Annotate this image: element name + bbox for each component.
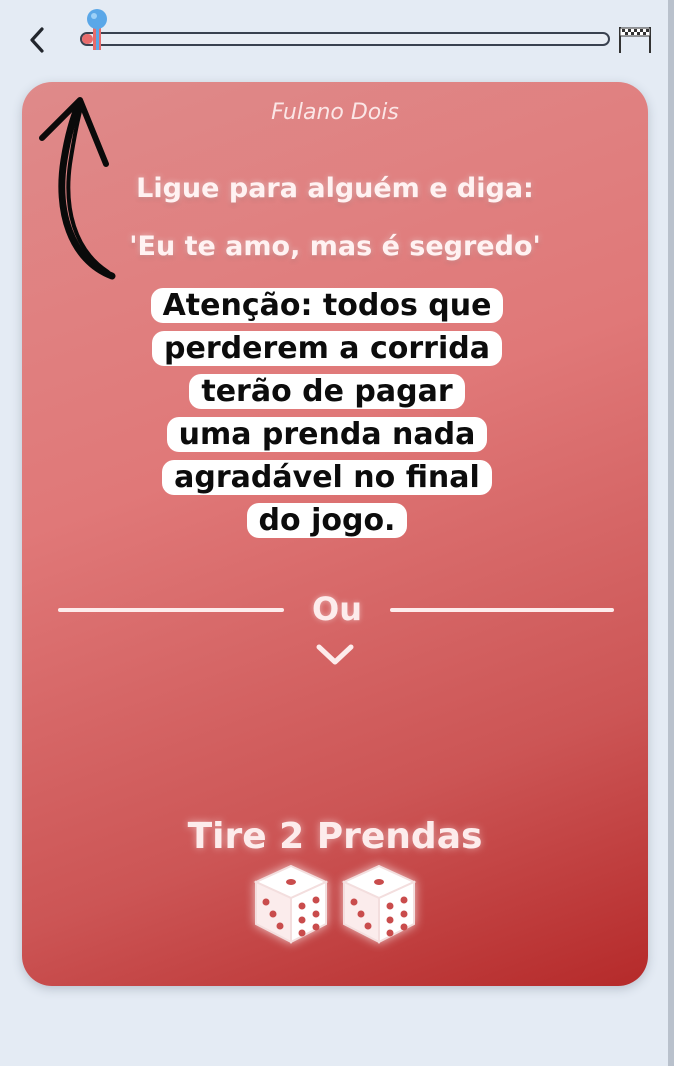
notice-line: uma prenda nada: [166, 417, 488, 452]
divider-left: [58, 608, 284, 612]
notice-line: do jogo.: [246, 503, 408, 538]
chevron-down-icon: [316, 644, 354, 665]
notice-line: perderem a corrida: [152, 331, 502, 366]
back-button[interactable]: [22, 22, 54, 58]
notice-line: agradável no final: [162, 460, 492, 495]
alt-option-title: Tire 2 Prendas: [187, 816, 483, 857]
hand-drawn-arrow-icon: [39, 97, 116, 280]
window-edge: [668, 0, 674, 1066]
finish-flag-icon: [619, 27, 651, 53]
dice-icon: [253, 864, 329, 944]
notice-line: Atenção: todos que: [150, 288, 504, 323]
divider-right: [390, 608, 614, 612]
draw-prendas-button[interactable]: [252, 862, 422, 952]
progress-bar: [80, 32, 610, 46]
notice-overlay: Atenção: todos que perderem a corrida te…: [124, 284, 530, 542]
chevron-left-icon: [30, 27, 44, 53]
or-label: Ou: [312, 590, 362, 628]
notice-line: terão de pagar: [189, 374, 465, 409]
player-position-marker: [87, 9, 107, 50]
dice-icon: [341, 864, 417, 944]
